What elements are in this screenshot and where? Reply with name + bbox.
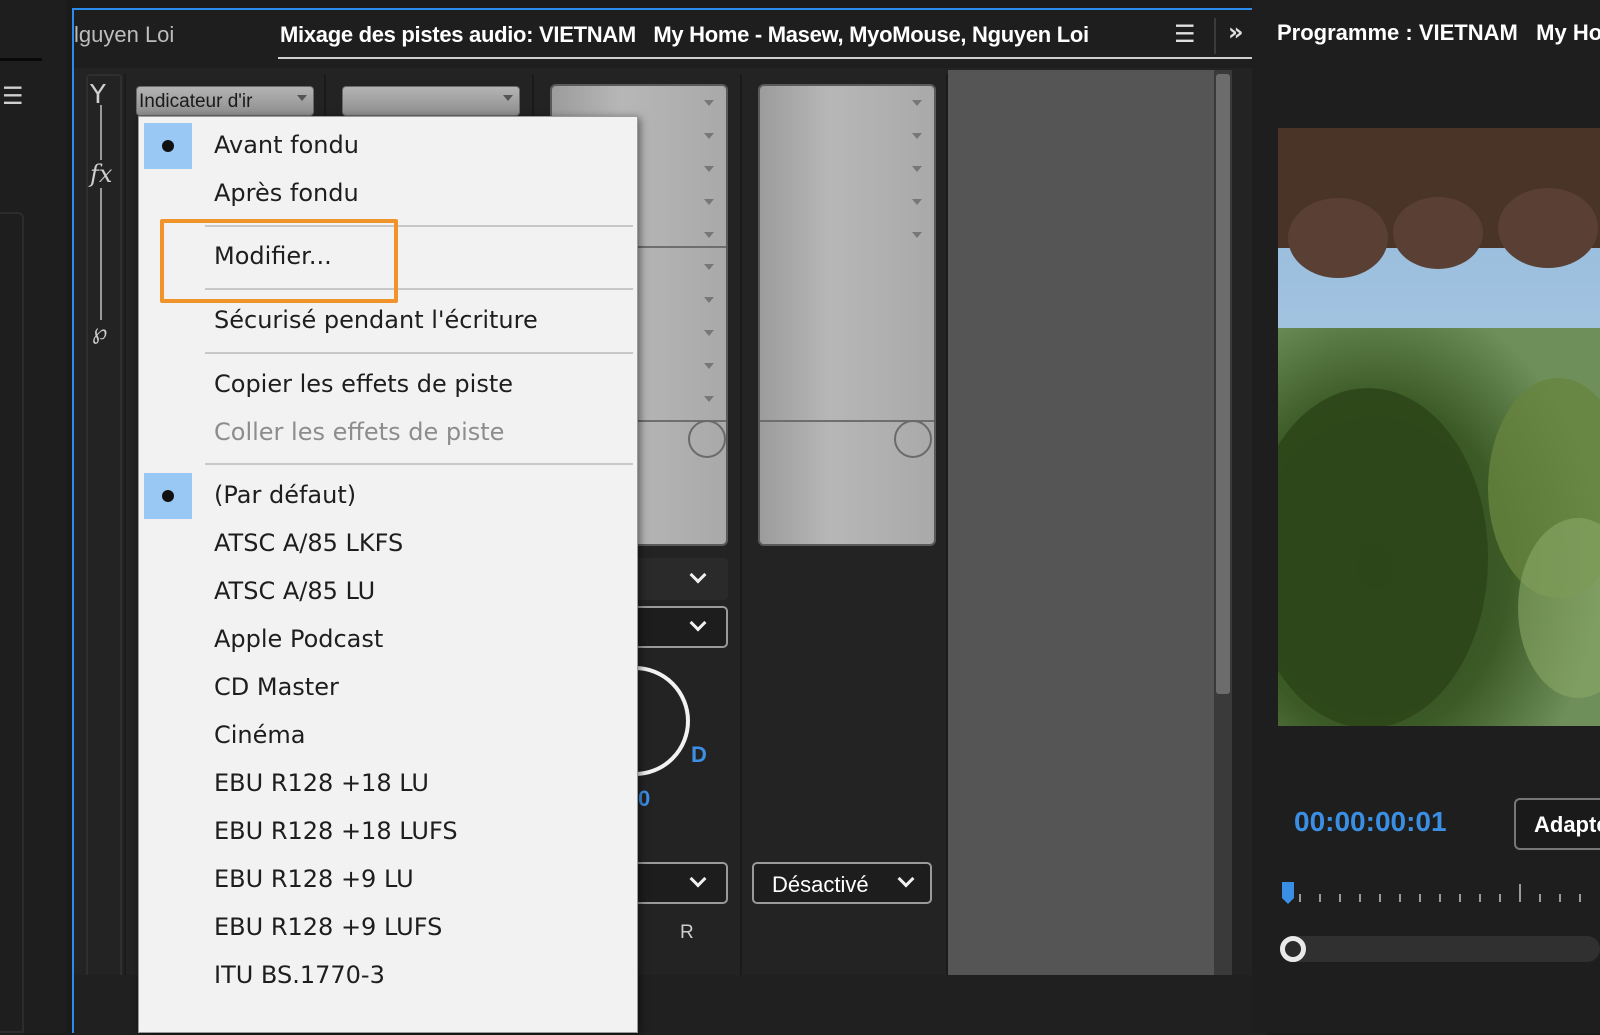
- menu-item[interactable]: EBU R128 +9 LU: [139, 855, 637, 903]
- menu-item[interactable]: ATSC A/85 LU: [139, 567, 637, 615]
- dropdown-arrow-icon: [704, 232, 714, 238]
- mixer-empty-area: [948, 70, 1218, 975]
- menu-item[interactable]: Cinéma: [139, 711, 637, 759]
- tab-separator: [1214, 18, 1216, 54]
- collapse-arrow-icon[interactable]: Y: [90, 80, 106, 110]
- menu-item-label: Apple Podcast: [214, 625, 384, 653]
- menu-item-label: Cinéma: [214, 721, 306, 749]
- zoom-scrollbar-handle[interactable]: [1280, 936, 1306, 962]
- menu-item-label: (Par défaut): [214, 481, 357, 509]
- active-tab-underline: [278, 57, 1264, 59]
- track-separator: [124, 74, 126, 984]
- dropdown-arrow-icon: [704, 297, 714, 303]
- dropdown-arrow-icon: [704, 166, 714, 172]
- fx-bracket-line: [100, 105, 102, 345]
- effects-sends-column: [86, 74, 122, 1010]
- send-level-knob[interactable]: [894, 420, 932, 458]
- chevron-down-icon: [689, 870, 707, 888]
- pan-value[interactable]: 0: [638, 786, 650, 812]
- track-4-effects-slots[interactable]: [758, 84, 936, 546]
- dropdown-arrow-icon: [704, 264, 714, 270]
- menu-item[interactable]: EBU R128 +18 LUFS: [139, 807, 637, 855]
- sends-icon[interactable]: ℘: [92, 320, 108, 345]
- dropdown-arrow-icon: [704, 133, 714, 139]
- mixer-tab-bar: lguyen Loi Mixage des pistes audio: VIET…: [74, 10, 1266, 68]
- hamburger-icon[interactable]: ☰: [2, 82, 24, 110]
- track-separator: [740, 74, 742, 984]
- track-1-meter-dropdown[interactable]: Indicateur d'ir: [136, 86, 314, 116]
- menu-item: Coller les effets de piste: [139, 408, 637, 456]
- tab-previous[interactable]: lguyen Loi: [74, 22, 174, 48]
- menu-item[interactable]: EBU R128 +9 LUFS: [139, 903, 637, 951]
- chevron-down-icon: [689, 566, 707, 584]
- menu-item[interactable]: Avant fondu: [139, 121, 637, 169]
- menu-item[interactable]: CD Master: [139, 663, 637, 711]
- menu-item-label: ITU BS.1770-3: [214, 961, 385, 989]
- program-video-frame: [1278, 128, 1600, 726]
- menu-separator: [205, 352, 633, 354]
- track-2-meter-dropdown[interactable]: [342, 86, 520, 116]
- menu-item[interactable]: EBU R128 +18 LU: [139, 759, 637, 807]
- fit-zoom-label: Adapter: [1534, 812, 1600, 837]
- menu-separator: [205, 463, 633, 465]
- fx-icon[interactable]: fx: [90, 160, 113, 188]
- menu-item-label: Copier les effets de piste: [214, 370, 513, 398]
- dropdown-arrow-icon: [503, 95, 513, 101]
- left-panel-frame: [0, 212, 24, 1033]
- track-1-meter-label: Indicateur d'ir: [139, 91, 253, 112]
- time-ruler[interactable]: [1280, 880, 1600, 910]
- menu-item-label: EBU R128 +18 LU: [214, 769, 429, 797]
- program-timecode[interactable]: 00:00:00:01: [1294, 806, 1447, 838]
- menu-item[interactable]: ITU BS.1770-3: [139, 951, 637, 999]
- dropdown-arrow-icon: [912, 100, 922, 106]
- menu-item-label: CD Master: [214, 673, 339, 701]
- menu-item-label: EBU R128 +9 LUFS: [214, 913, 443, 941]
- zoom-scrollbar[interactable]: [1280, 936, 1600, 962]
- record-label[interactable]: R: [680, 922, 694, 944]
- menu-item-label: Coller les effets de piste: [214, 418, 505, 446]
- left-panel-strip: ☰: [0, 0, 66, 1033]
- video-image: [1278, 128, 1600, 726]
- hamburger-icon[interactable]: ☰: [1174, 20, 1196, 48]
- menu-item-label: Avant fondu: [214, 131, 359, 159]
- dropdown-arrow-icon: [704, 199, 714, 205]
- menu-item[interactable]: Copier les effets de piste: [139, 360, 637, 408]
- chevron-down-icon: [897, 870, 915, 888]
- pan-right-label: D: [691, 742, 707, 767]
- dropdown-arrow-icon: [912, 232, 922, 238]
- dropdown-arrow-icon: [704, 396, 714, 402]
- dropdown-arrow-icon: [912, 133, 922, 139]
- highlight-box: [160, 219, 398, 303]
- fit-zoom-dropdown[interactable]: Adapter: [1514, 798, 1600, 850]
- dropdown-arrow-icon: [704, 363, 714, 369]
- tab-audio-track-mixer[interactable]: Mixage des pistes audio: VIETNAM My Home…: [280, 22, 1089, 48]
- menu-item-label: Sécurisé pendant l'écriture: [214, 306, 538, 334]
- program-monitor-title[interactable]: Programme : VIETNAM My Home: [1277, 20, 1600, 46]
- chevron-down-icon: [689, 614, 707, 632]
- menu-item[interactable]: Après fondu: [139, 169, 637, 217]
- menu-item[interactable]: ATSC A/85 LKFS: [139, 519, 637, 567]
- dropdown-arrow-icon: [912, 166, 922, 172]
- menu-item-label: Après fondu: [214, 179, 359, 207]
- mixer-scrollbar-thumb[interactable]: [1216, 74, 1230, 694]
- dropdown-arrow-icon: [297, 95, 307, 101]
- track-4-output-dropdown[interactable]: Désactivé: [752, 862, 932, 904]
- send-level-knob[interactable]: [688, 420, 726, 458]
- menu-item-label: ATSC A/85 LKFS: [214, 529, 404, 557]
- menu-item[interactable]: (Par défaut): [139, 471, 637, 519]
- left-tab-underline: [0, 58, 42, 61]
- menu-item-label: EBU R128 +9 LU: [214, 865, 414, 893]
- menu-item[interactable]: Sécurisé pendant l'écriture: [139, 296, 637, 344]
- radio-check-icon: [144, 473, 192, 519]
- dropdown-arrow-icon: [704, 100, 714, 106]
- dropdown-arrow-icon: [704, 330, 714, 336]
- double-chevron-right-icon[interactable]: »: [1228, 18, 1244, 46]
- program-monitor-panel: Programme : VIETNAM My Home 00:00:00:01 …: [1252, 0, 1600, 1033]
- track-4-output-value: Désactivé: [772, 872, 869, 897]
- radio-check-icon: [144, 123, 192, 169]
- menu-item[interactable]: Apple Podcast: [139, 615, 637, 663]
- dropdown-arrow-icon: [912, 199, 922, 205]
- menu-item-label: ATSC A/85 LU: [214, 577, 376, 605]
- menu-item-label: EBU R128 +18 LUFS: [214, 817, 458, 845]
